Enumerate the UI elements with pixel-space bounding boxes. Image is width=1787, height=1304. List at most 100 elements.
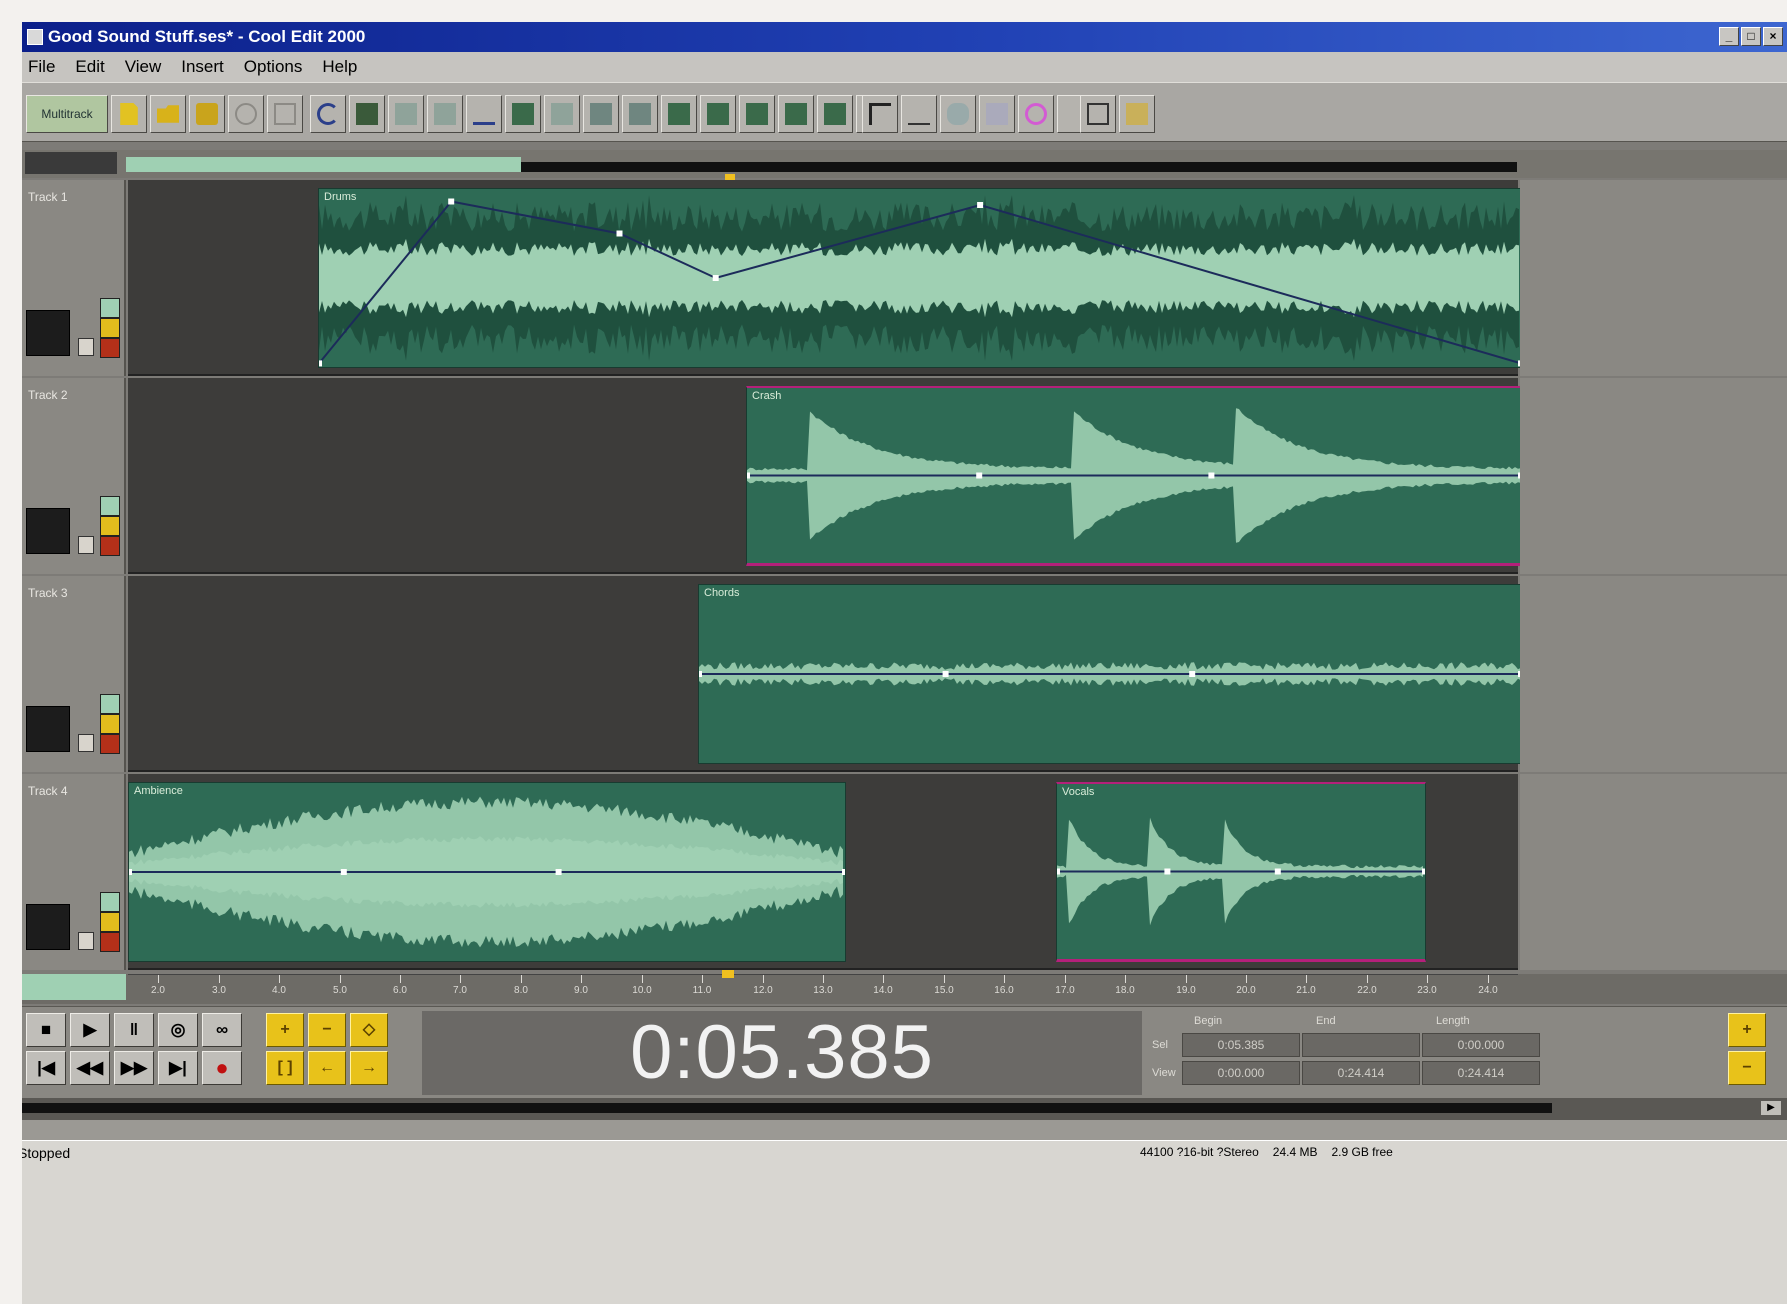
open-session-button[interactable] — [150, 95, 186, 133]
tool-a-button[interactable] — [388, 95, 424, 133]
menu-edit[interactable]: Edit — [75, 52, 104, 82]
mute-button[interactable] — [100, 734, 120, 754]
minimize-button[interactable]: _ — [1719, 27, 1739, 46]
hybrid-tool-button[interactable] — [979, 95, 1015, 133]
solo-button[interactable] — [100, 318, 120, 338]
sel-begin-field[interactable]: 0:05.385 — [1182, 1033, 1300, 1057]
solo-button[interactable] — [100, 912, 120, 932]
stop-button[interactable]: ■ — [26, 1013, 66, 1047]
playhead-marker[interactable] — [722, 970, 734, 978]
view-end-field[interactable]: 0:24.414 — [1302, 1061, 1420, 1085]
toolbar: Multitrack — [22, 82, 1787, 142]
solo-button[interactable] — [100, 516, 120, 536]
record-enable-button[interactable] — [100, 298, 120, 318]
tool-g-button[interactable] — [622, 95, 658, 133]
play-looped-button[interactable]: ◎ — [158, 1013, 198, 1047]
ruler-tick — [521, 975, 522, 983]
pause-button[interactable]: ‖ — [114, 1013, 154, 1047]
settings-button[interactable] — [1080, 95, 1116, 133]
clip-ambience[interactable]: Ambience — [128, 782, 846, 962]
solo-button[interactable] — [100, 714, 120, 734]
track-lane[interactable]: Crash — [128, 378, 1522, 574]
maximize-button[interactable]: □ — [1741, 27, 1761, 46]
tool-k-button[interactable] — [778, 95, 814, 133]
track-lane[interactable]: Ambience Vocals — [128, 774, 1518, 970]
ruler-tick-label: 19.0 — [1176, 985, 1196, 996]
volume-knob[interactable] — [78, 536, 94, 554]
zoom-right-button[interactable]: → — [350, 1051, 388, 1085]
help-button[interactable] — [1119, 95, 1155, 133]
zoom-left-button[interactable]: ← — [308, 1051, 346, 1085]
record-arm-button[interactable] — [1018, 95, 1054, 133]
scroll-right-arrow[interactable]: ▶ — [1761, 1101, 1781, 1115]
overview-visible-range[interactable] — [126, 157, 521, 172]
rewind-button[interactable]: ◀◀ — [70, 1051, 110, 1085]
fast-forward-button[interactable]: ▶▶ — [114, 1051, 154, 1085]
tool-j-button[interactable] — [739, 95, 775, 133]
zoom-in-horizontal-button[interactable]: + — [266, 1013, 304, 1047]
record-enable-button[interactable] — [100, 694, 120, 714]
zoom-full-button[interactable]: ◇ — [350, 1013, 388, 1047]
app-icon[interactable] — [27, 29, 43, 45]
clip-crash[interactable]: Crash — [746, 386, 1522, 566]
view-length-field[interactable]: 0:24.414 — [1422, 1061, 1540, 1085]
envelope-tool-button[interactable] — [901, 95, 937, 133]
clip-chords[interactable]: Chords — [698, 584, 1522, 764]
envelope-icon — [512, 103, 534, 125]
undo-icon — [317, 103, 339, 125]
menu-help[interactable]: Help — [322, 52, 357, 82]
clip-vocals[interactable]: Vocals — [1056, 782, 1426, 962]
tool-i-button[interactable] — [700, 95, 736, 133]
tool-b-button[interactable] — [427, 95, 463, 133]
view-begin-field[interactable]: 0:00.000 — [1182, 1061, 1300, 1085]
zoom-out-vertical-button[interactable]: − — [1728, 1051, 1766, 1085]
track-lane[interactable]: Chords — [128, 576, 1522, 772]
mute-button[interactable] — [100, 536, 120, 556]
zoom-to-selection-button[interactable]: [ ] — [266, 1051, 304, 1085]
clip-drums[interactable]: Drums — [318, 188, 1522, 368]
tool-c-button[interactable] — [466, 95, 502, 133]
record-button[interactable]: ● — [202, 1051, 242, 1085]
horizontal-scrollbar[interactable]: ▶ — [22, 1098, 1787, 1120]
menu-options[interactable]: Options — [244, 52, 303, 82]
tool-d-button[interactable] — [505, 95, 541, 133]
tool-l-button[interactable] — [817, 95, 853, 133]
menu-view[interactable]: View — [125, 52, 162, 82]
hand-icon — [947, 103, 969, 125]
record-enable-button[interactable] — [100, 892, 120, 912]
close-button[interactable]: × — [1763, 27, 1783, 46]
new-session-button[interactable] — [111, 95, 147, 133]
tool-e-button[interactable] — [544, 95, 580, 133]
go-to-end-button[interactable]: ▶| — [158, 1051, 198, 1085]
mix-button[interactable] — [349, 95, 385, 133]
tool-h-button[interactable] — [661, 95, 697, 133]
multitrack-toggle-button[interactable]: Multitrack — [26, 95, 108, 133]
sel-end-field[interactable] — [1302, 1033, 1420, 1057]
session-overview[interactable] — [22, 150, 1787, 182]
sel-length-field[interactable]: 0:00.000 — [1422, 1033, 1540, 1057]
loop-button[interactable]: ∞ — [202, 1013, 242, 1047]
play-button[interactable]: ▶ — [70, 1013, 110, 1047]
record-enable-button[interactable] — [100, 496, 120, 516]
volume-knob[interactable] — [78, 734, 94, 752]
mixer-icon — [356, 103, 378, 125]
time-ruler[interactable]: 2.0 3.0 4.0 5.0 6.0 7.0 8.0 9.0 10.0 11.0 12.0 13.0… — [22, 970, 1787, 1004]
move-tool-button[interactable] — [940, 95, 976, 133]
undo-button[interactable] — [310, 95, 346, 133]
mute-button[interactable] — [100, 338, 120, 358]
save-session-button[interactable] — [189, 95, 225, 133]
cut-button[interactable] — [228, 95, 264, 133]
copy-button[interactable] — [267, 95, 303, 133]
go-to-start-button[interactable]: |◀ — [26, 1051, 66, 1085]
zoom-in-vertical-button[interactable]: + — [1728, 1013, 1766, 1047]
volume-knob[interactable] — [78, 932, 94, 950]
volume-knob[interactable] — [78, 338, 94, 356]
scrollbar-thumb[interactable] — [22, 1103, 1552, 1113]
menu-insert[interactable]: Insert — [181, 52, 224, 82]
mute-button[interactable] — [100, 932, 120, 952]
zoom-out-horizontal-button[interactable]: − — [308, 1013, 346, 1047]
track-lane[interactable]: Drums — [128, 180, 1522, 376]
tool-f-button[interactable] — [583, 95, 619, 133]
menu-file[interactable]: File — [28, 52, 55, 82]
select-tool-button[interactable] — [862, 95, 898, 133]
